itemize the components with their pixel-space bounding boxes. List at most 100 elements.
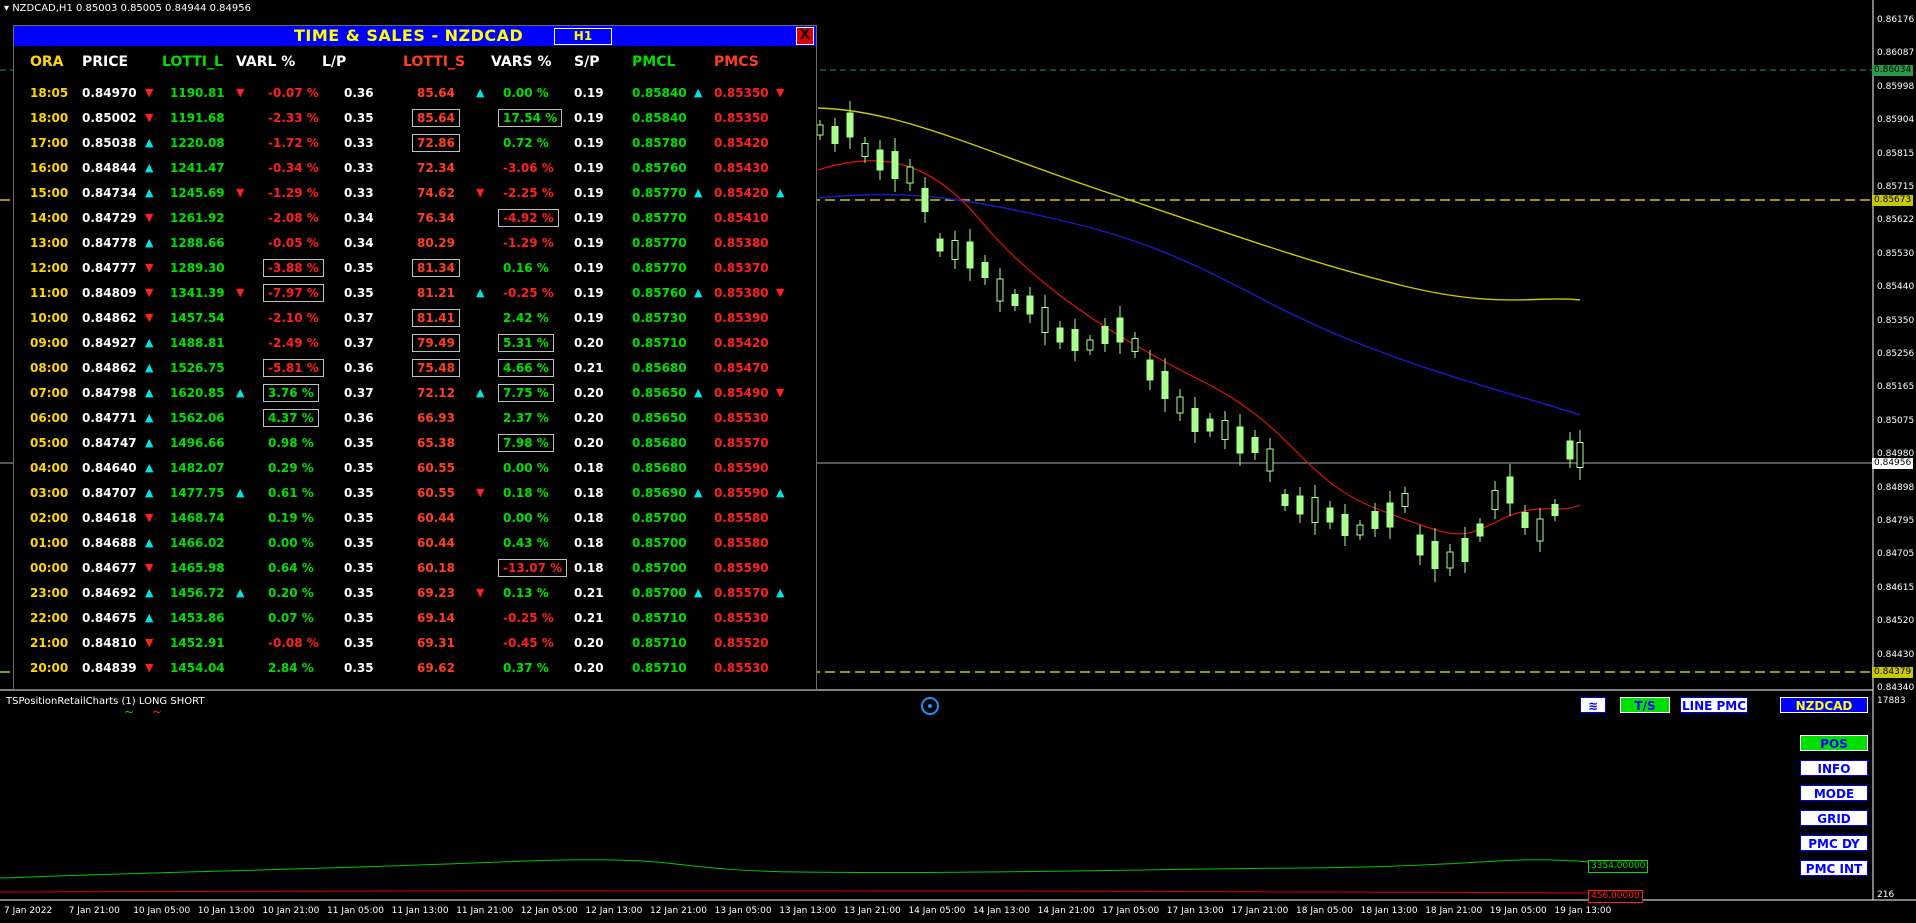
row-vars: 7.98 % bbox=[498, 434, 554, 452]
arrow-up-icon: ▲ bbox=[145, 436, 154, 449]
candle-body bbox=[1281, 494, 1289, 506]
row-lotti-s: 81.34 bbox=[412, 259, 460, 277]
pmc-int-button[interactable]: PMC INT bbox=[1800, 860, 1868, 876]
row-vars: 7.75 % bbox=[498, 384, 554, 402]
row-varl: -0.34 % bbox=[268, 161, 319, 175]
row-pmcs: 0.85590 bbox=[714, 486, 769, 500]
lower-axis-bottom: 216 bbox=[1877, 890, 1895, 900]
candle-body bbox=[1401, 493, 1409, 507]
time-axis-label: 17 Jan 05:00 bbox=[1102, 906, 1160, 916]
row-lotti-l: 1466.02 bbox=[170, 536, 225, 550]
row-lp: 0.37 bbox=[344, 336, 374, 350]
ts-button[interactable]: T/S bbox=[1620, 697, 1670, 713]
row-lotti-s: 81.21 bbox=[417, 286, 455, 300]
column-header: PMCL bbox=[632, 54, 676, 70]
row-pmcs: 0.85370 bbox=[714, 261, 769, 275]
collapse-arrow-icon[interactable]: ▾ bbox=[4, 3, 12, 14]
row-time: 14:00 bbox=[30, 211, 69, 225]
candle-body bbox=[1071, 329, 1079, 351]
arrow-down-icon: ▼ bbox=[236, 186, 245, 199]
row-vars: 0.16 % bbox=[503, 261, 549, 275]
price-axis-label: 0.85904 bbox=[1877, 115, 1915, 126]
row-varl: 0.19 % bbox=[268, 511, 314, 525]
short-value-tag: 456.00000 bbox=[1588, 890, 1643, 903]
arrow-up-icon: ▲ bbox=[145, 586, 154, 599]
arrow-down-icon: ▼ bbox=[476, 186, 485, 199]
row-lp: 0.35 bbox=[344, 486, 374, 500]
row-price: 0.84688 bbox=[82, 536, 137, 550]
line-pmc-button[interactable]: LINE PMC bbox=[1680, 697, 1748, 713]
time-axis-label: 13 Jan 21:00 bbox=[843, 906, 901, 916]
column-header: L/P bbox=[322, 54, 347, 70]
arrow-up-icon: ▲ bbox=[145, 161, 154, 174]
info-button[interactable]: INFO bbox=[1800, 760, 1868, 776]
row-pmcl: 0.85680 bbox=[632, 436, 687, 450]
row-time: 06:00 bbox=[30, 411, 69, 425]
row-lp: 0.35 bbox=[344, 511, 374, 525]
row-lp: 0.34 bbox=[344, 211, 374, 225]
row-lp: 0.35 bbox=[344, 286, 374, 300]
time-axis-label: 10 Jan 05:00 bbox=[133, 906, 191, 916]
arrow-down-icon: ▼ bbox=[145, 86, 154, 99]
row-lotti-s: 60.44 bbox=[417, 536, 455, 550]
symbol-button[interactable]: NZDCAD bbox=[1780, 697, 1868, 713]
row-lotti-s: 60.55 bbox=[417, 461, 455, 475]
arrow-up-icon: ▲ bbox=[776, 586, 785, 599]
row-pmcs: 0.85570 bbox=[714, 586, 769, 600]
time-axis-label: 10 Jan 13:00 bbox=[197, 906, 255, 916]
price-axis-label: 0.85998 bbox=[1877, 81, 1915, 92]
row-vars: 0.13 % bbox=[503, 586, 549, 600]
row-sp: 0.21 bbox=[574, 586, 604, 600]
candle-body bbox=[1041, 307, 1049, 333]
row-pmcs: 0.85420 bbox=[714, 336, 769, 350]
time-axis-label: 11 Jan 13:00 bbox=[391, 906, 449, 916]
candle-body bbox=[1326, 507, 1334, 523]
row-lp: 0.35 bbox=[344, 561, 374, 575]
arrow-down-icon: ▼ bbox=[145, 111, 154, 124]
time-and-sales-panel[interactable]: TIME & SALES - NZDCAD H1 X ORA PRICE LOTTI… bbox=[13, 25, 817, 690]
row-pmcs: 0.85470 bbox=[714, 361, 769, 375]
wave-toggle-button[interactable]: ≋ bbox=[1580, 697, 1606, 713]
mode-button[interactable]: MODE bbox=[1800, 785, 1868, 801]
row-price: 0.84970 bbox=[82, 86, 137, 100]
row-vars: 5.31 % bbox=[498, 334, 554, 352]
grid-button[interactable]: GRID bbox=[1800, 810, 1868, 826]
row-time: 23:00 bbox=[30, 586, 69, 600]
row-lotti-s: 74.62 bbox=[417, 186, 455, 200]
row-pmcs: 0.85380 bbox=[714, 286, 769, 300]
candle-body bbox=[1521, 512, 1529, 528]
time-axis-label: 7 Jan 21:00 bbox=[68, 906, 120, 916]
column-header: LOTTI_L bbox=[162, 54, 223, 70]
arrow-down-icon: ▼ bbox=[776, 286, 785, 299]
pos-button[interactable]: POS bbox=[1800, 735, 1868, 751]
row-varl: -7.97 % bbox=[263, 284, 324, 302]
row-time: 18:00 bbox=[30, 111, 69, 125]
row-time: 10:00 bbox=[30, 311, 69, 325]
price-axis-label: 0.85530 bbox=[1877, 248, 1915, 259]
arrow-up-icon: ▲ bbox=[145, 236, 154, 249]
pmc-dy-button[interactable]: PMC DY bbox=[1800, 835, 1868, 851]
candle-body bbox=[1431, 541, 1439, 569]
timeframe-badge[interactable]: H1 bbox=[554, 28, 612, 45]
row-time: 20:00 bbox=[30, 661, 69, 675]
row-lp: 0.35 bbox=[344, 636, 374, 650]
price-axis-label: 0.84795 bbox=[1877, 516, 1915, 526]
panel-title-bar[interactable]: TIME & SALES - NZDCAD H1 X bbox=[14, 26, 816, 46]
target-icon[interactable] bbox=[921, 697, 939, 715]
close-button[interactable]: X bbox=[796, 27, 814, 45]
row-pmcs: 0.85420 bbox=[714, 186, 769, 200]
arrow-up-icon: ▲ bbox=[476, 286, 485, 299]
row-vars: 0.72 % bbox=[503, 136, 549, 150]
row-lotti-l: 1241.47 bbox=[170, 161, 225, 175]
indicator-name: TSPositionRetailCharts (1) LONG SHORT bbox=[6, 696, 205, 707]
candle-body bbox=[1461, 538, 1469, 562]
row-price: 0.84747 bbox=[82, 436, 137, 450]
row-price: 0.84734 bbox=[82, 186, 137, 200]
row-sp: 0.18 bbox=[574, 561, 604, 575]
candle-body bbox=[981, 262, 989, 278]
row-sp: 0.21 bbox=[574, 361, 604, 375]
arrow-down-icon: ▼ bbox=[145, 636, 154, 649]
row-time: 09:00 bbox=[30, 336, 69, 350]
row-sp: 0.19 bbox=[574, 136, 604, 150]
row-lp: 0.35 bbox=[344, 661, 374, 675]
